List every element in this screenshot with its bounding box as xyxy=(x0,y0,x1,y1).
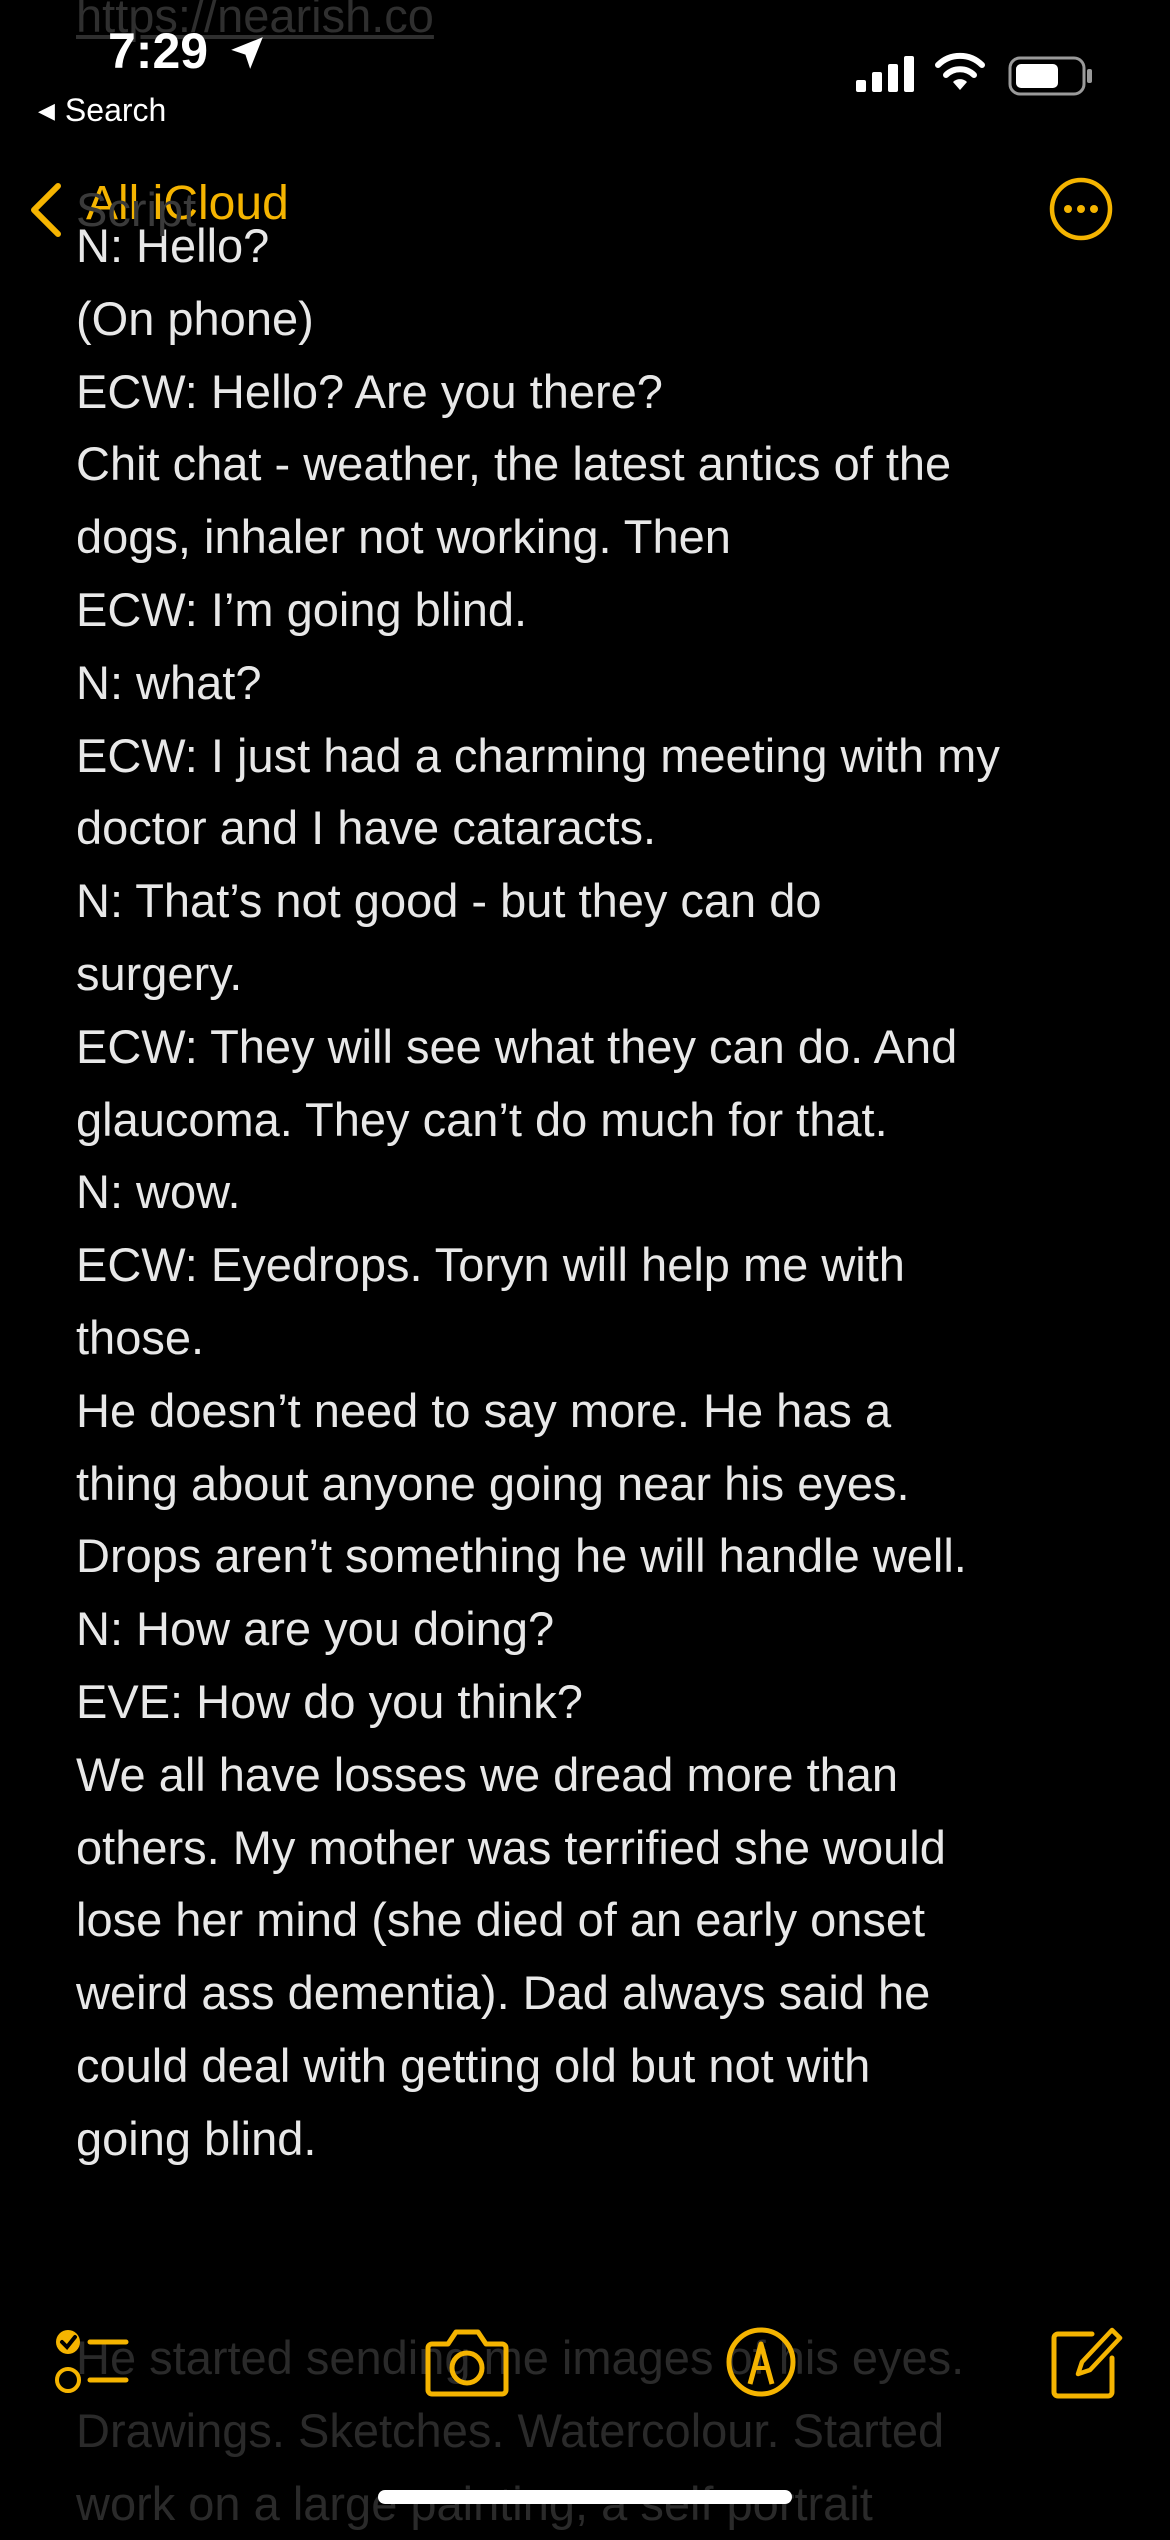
note-line: ECW: They will see what they can do. And xyxy=(76,1019,958,1073)
battery-icon xyxy=(1008,56,1092,96)
note-line: could deal with getting old but not with xyxy=(76,2038,871,2092)
note-line: He doesn’t need to say more. He has a xyxy=(76,1383,892,1437)
location-arrow-icon xyxy=(231,37,263,69)
note-line: ECW: Hello? Are you there? xyxy=(76,364,663,418)
bottom-toolbar xyxy=(0,2300,1170,2440)
note-line: those. xyxy=(76,1310,205,1364)
checklist-icon[interactable] xyxy=(52,2322,132,2402)
note-body[interactable]: Script N: Hello? (On phone) ECW: Hello? Ar… xyxy=(76,183,1136,2176)
note-line: We all have losses we dread more than xyxy=(76,1747,899,1801)
camera-icon[interactable] xyxy=(424,2322,510,2402)
note-line: doctor and I have cataracts. xyxy=(76,801,656,855)
note-line: N: Hello? xyxy=(76,219,270,272)
note-line: ECW: I just had a charming meeting with … xyxy=(76,728,1000,782)
note-line: surgery. xyxy=(76,946,243,1000)
note-line: ECW: I’m going blind. xyxy=(76,582,528,636)
note-line: glaucoma. They can’t do much for that. xyxy=(76,1092,888,1146)
note-line: N: what? xyxy=(76,655,262,709)
status-time: 7:29 xyxy=(108,23,209,79)
note-line: thing about anyone going near his eyes. xyxy=(76,1456,910,1510)
note-line: lose her mind (she died of an early onse… xyxy=(76,1893,926,1947)
status-bar: 7:29 ◀ Search xyxy=(0,0,1170,140)
note-line: (On phone) xyxy=(76,291,314,345)
back-to-app-label: Search xyxy=(64,92,167,128)
note-line: EVE: How do you think? xyxy=(76,1674,583,1728)
markup-icon[interactable] xyxy=(724,2322,798,2402)
note-line: dogs, inhaler not working. Then xyxy=(76,510,731,564)
back-triangle-icon: ◀ xyxy=(38,98,55,123)
note-line: others. My mother was terrified she woul… xyxy=(76,1820,946,1874)
note-line: N: wow. xyxy=(76,1165,241,1219)
note-line: ECW: Eyedrops. Toryn will help me with xyxy=(76,1238,905,1292)
home-indicator[interactable] xyxy=(378,2490,792,2504)
back-to-app-button[interactable]: ◀ Search xyxy=(38,92,166,129)
note-line: Chit chat - weather, the latest antics o… xyxy=(76,437,952,491)
note-line: weird ass dementia). Dad always said he xyxy=(76,1966,931,2020)
note-line: N: How are you doing? xyxy=(76,1602,555,1656)
compose-new-note-icon[interactable] xyxy=(1048,2322,1124,2402)
note-line: going blind. xyxy=(76,2111,317,2165)
wifi-icon xyxy=(935,52,985,90)
note-line: Drops aren’t something he will handle we… xyxy=(76,1529,967,1583)
cellular-signal-icon xyxy=(856,56,914,92)
note-line: N: That’s not good - but they can do xyxy=(76,874,822,928)
note-faded-line: Script xyxy=(76,183,197,236)
back-chevron-icon[interactable] xyxy=(24,180,68,240)
